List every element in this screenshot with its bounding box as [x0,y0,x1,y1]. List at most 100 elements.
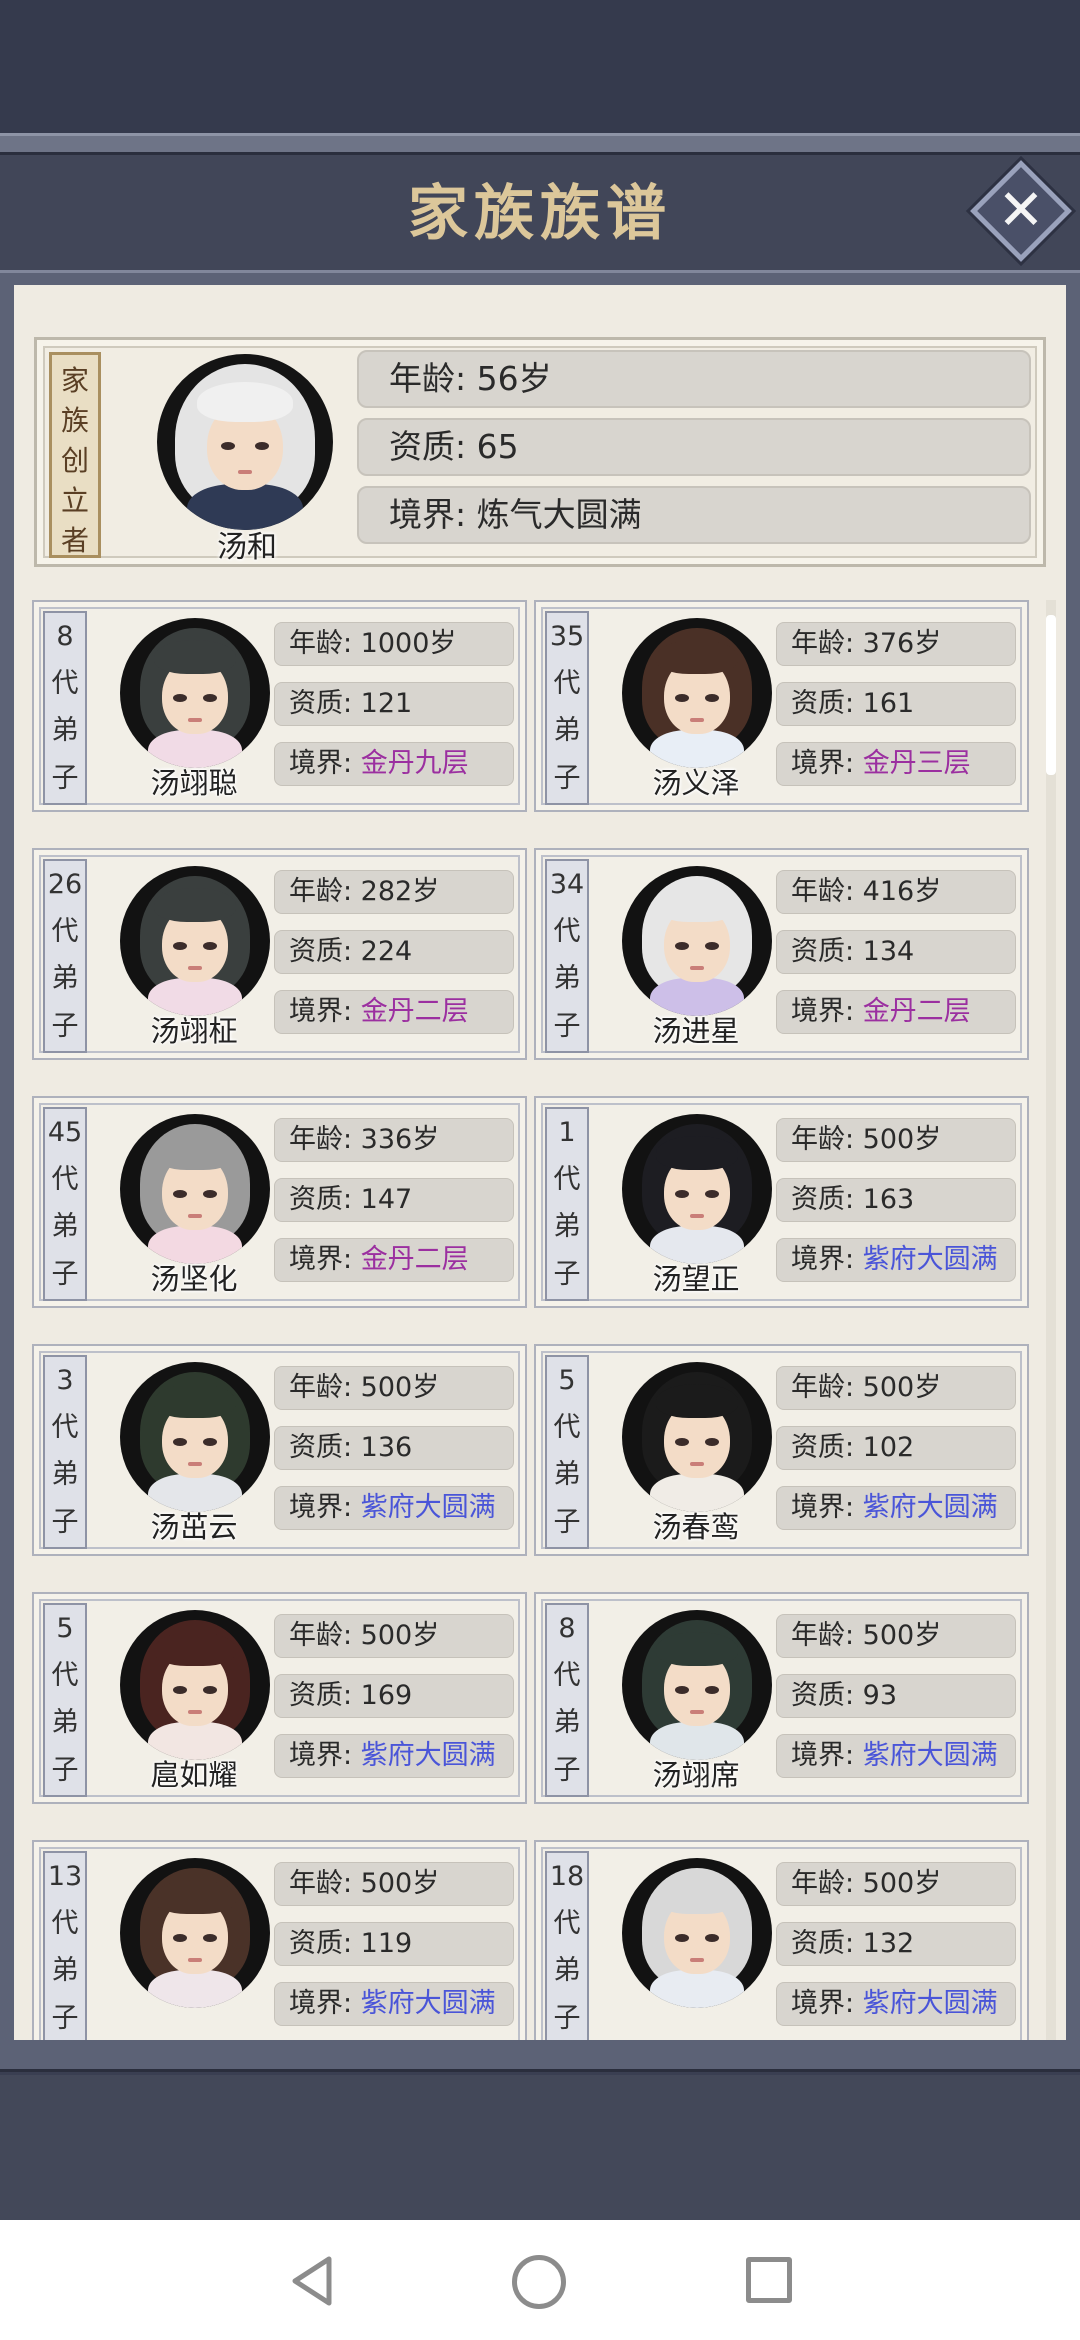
generation-label: 代 [51,1907,79,1939]
generation-label: 子 [51,1506,79,1538]
generation-label: 弟 [51,1955,79,1987]
member-realm: 境界: 紫府大圆满 [776,1238,1016,1282]
member-avatar [120,1610,270,1760]
realm-value: 金丹三层 [862,748,971,779]
realm-value: 紫府大圆满 [360,1988,496,2019]
recent-square-icon[interactable] [746,2257,792,2303]
member-avatar [120,1858,270,2008]
member-age: 年龄: 416岁 [776,870,1016,914]
realm-value: 金丹九层 [360,748,469,779]
member-avatar [622,1114,772,1264]
member-card[interactable]: 3 代弟子 汤茁云 年龄: 500岁 资质: 136 境界: 紫府大圆满 [32,1344,527,1556]
generation-label: 代 [51,667,79,699]
generation-label: 弟 [553,1459,581,1491]
generation-number: 8 [558,1613,576,1645]
generation-number: 13 [47,1861,83,1893]
member-realm: 境界: 金丹二层 [776,990,1016,1034]
member-aptitude: 资质: 93 [776,1674,1016,1718]
member-avatar [622,1858,772,2008]
realm-value: 金丹二层 [862,996,971,1027]
member-age: 年龄: 500岁 [274,1614,514,1658]
generation-tag: 5 代弟子 [43,1603,87,1797]
generation-label: 弟 [51,1707,79,1739]
realm-label: 境界: [791,1244,863,1275]
member-card[interactable]: 8 代弟子 汤翊聪 年龄: 1000岁 资质: 121 境界: 金丹九层 [32,600,527,812]
generation-number: 5 [558,1365,576,1397]
realm-label: 境界: [289,1244,361,1275]
member-list[interactable]: 8 代弟子汤翊聪 年龄: 1000岁 资质: 121 境界: 金丹九层 35 代弟子汤义泽年… [14,600,1066,2040]
generation-tag: 1 代弟子 [545,1107,589,1301]
generation-tag: 18 代弟子 [545,1851,589,2040]
member-avatar [622,1610,772,1760]
member-card[interactable]: 5 代弟子 扈如耀 年龄: 500岁 资质: 169 境界: 紫府大圆满 [32,1592,527,1804]
member-age: 年龄: 376岁 [776,622,1016,666]
member-name: 汤翊柾 [150,1014,238,1048]
realm-value: 紫府大圆满 [862,1492,998,1523]
member-aptitude: 资质: 132 [776,1922,1016,1966]
realm-value: 金丹二层 [360,1244,469,1275]
member-name: 汤坚化 [150,1262,238,1296]
home-circle-icon[interactable] [512,2255,566,2309]
member-name: 扈如耀 [150,1758,238,1792]
realm-label: 境界: [289,1988,361,2019]
realm-label: 境界: [289,996,361,1027]
member-card[interactable]: 1 代弟子 汤望正 年龄: 500岁 资质: 163 境界: 紫府大圆满 [534,1096,1029,1308]
member-realm: 境界: 金丹九层 [274,742,514,786]
member-card[interactable]: 45 代弟子 汤坚化 年龄: 336岁 资质: 147 境界: 金丹二层 [32,1096,527,1308]
generation-label: 子 [553,1258,581,1290]
member-age: 年龄: 500岁 [274,1366,514,1410]
top-divider [0,133,1080,155]
member-name: 汤望正 [652,1262,740,1296]
back-triangle-icon[interactable] [285,2253,341,2309]
member-realm: 境界: 紫府大圆满 [776,1734,1016,1778]
founder-aptitude: 资质: 65 [357,418,1031,476]
generation-tag: 45 代弟子 [43,1107,87,1301]
member-card[interactable]: 35 代弟子 汤义泽 年龄: 376岁 资质: 161 境界: 金丹三层 [534,600,1029,812]
member-name: 汤春鸾 [652,1510,740,1544]
member-age: 年龄: 500岁 [776,1366,1016,1410]
generation-label: 子 [51,762,79,794]
generation-tag: 8 代弟子 [545,1603,589,1797]
member-card[interactable]: 13 代弟子 年龄: 500岁 资质: 119 境界: 紫府大圆满 [32,1840,527,2040]
member-name: 汤茁云 [150,1510,238,1544]
member-card[interactable]: 26 代弟子 汤翊柾 年龄: 282岁 资质: 224 境界: 金丹二层 [32,848,527,1060]
member-name: 汤翊席 [652,1758,740,1792]
realm-label: 境界: [791,748,863,779]
member-card[interactable]: 34 代弟子 汤进星 年龄: 416岁 资质: 134 境界: 金丹二层 [534,848,1029,1060]
member-realm: 境界: 金丹二层 [274,1238,514,1282]
member-aptitude: 资质: 119 [274,1922,514,1966]
generation-label: 子 [553,1506,581,1538]
founder-age: 年龄: 56岁 [357,350,1031,408]
founder-card[interactable]: 家族创立者 汤和 年龄: 56岁 资质: 65 境界: 炼气大圆满 [34,337,1046,567]
member-realm: 境界: 紫府大圆满 [274,1734,514,1778]
member-realm: 境界: 紫府大圆满 [274,1486,514,1530]
member-realm: 境界: 紫府大圆满 [776,1982,1016,2026]
member-name: 汤进星 [652,1014,740,1048]
founder-name: 汤和 [217,530,277,565]
generation-tag: 35 代弟子 [545,611,589,805]
founder-tag: 家族创立者 [49,352,101,558]
generation-label: 代 [553,1163,581,1195]
member-avatar [622,618,772,768]
realm-value: 紫府大圆满 [862,1988,998,2019]
generation-label: 弟 [51,1459,79,1491]
generation-label: 代 [51,915,79,947]
member-age: 年龄: 500岁 [776,1614,1016,1658]
scrollbar-thumb[interactable] [1046,615,1056,775]
generation-label: 子 [51,2002,79,2034]
generation-tag: 8 代弟子 [43,611,87,805]
member-aptitude: 资质: 121 [274,682,514,726]
generation-label: 代 [553,1411,581,1443]
generation-label: 代 [553,915,581,947]
member-aptitude: 资质: 147 [274,1178,514,1222]
member-card[interactable]: 5 代弟子 汤春鸾 年龄: 500岁 资质: 102 境界: 紫府大圆满 [534,1344,1029,1556]
generation-label: 子 [553,1754,581,1786]
close-icon: ✕ [997,178,1045,243]
generation-label: 弟 [553,1211,581,1243]
member-card[interactable]: 8 代弟子 汤翊席 年龄: 500岁 资质: 93 境界: 紫府大圆满 [534,1592,1029,1804]
member-aptitude: 资质: 136 [274,1426,514,1470]
founder-avatar [157,354,333,530]
generation-label: 弟 [553,1955,581,1987]
member-realm: 境界: 金丹三层 [776,742,1016,786]
member-card[interactable]: 18 代弟子 年龄: 500岁 资质: 132 境界: 紫府大圆满 [534,1840,1029,2040]
